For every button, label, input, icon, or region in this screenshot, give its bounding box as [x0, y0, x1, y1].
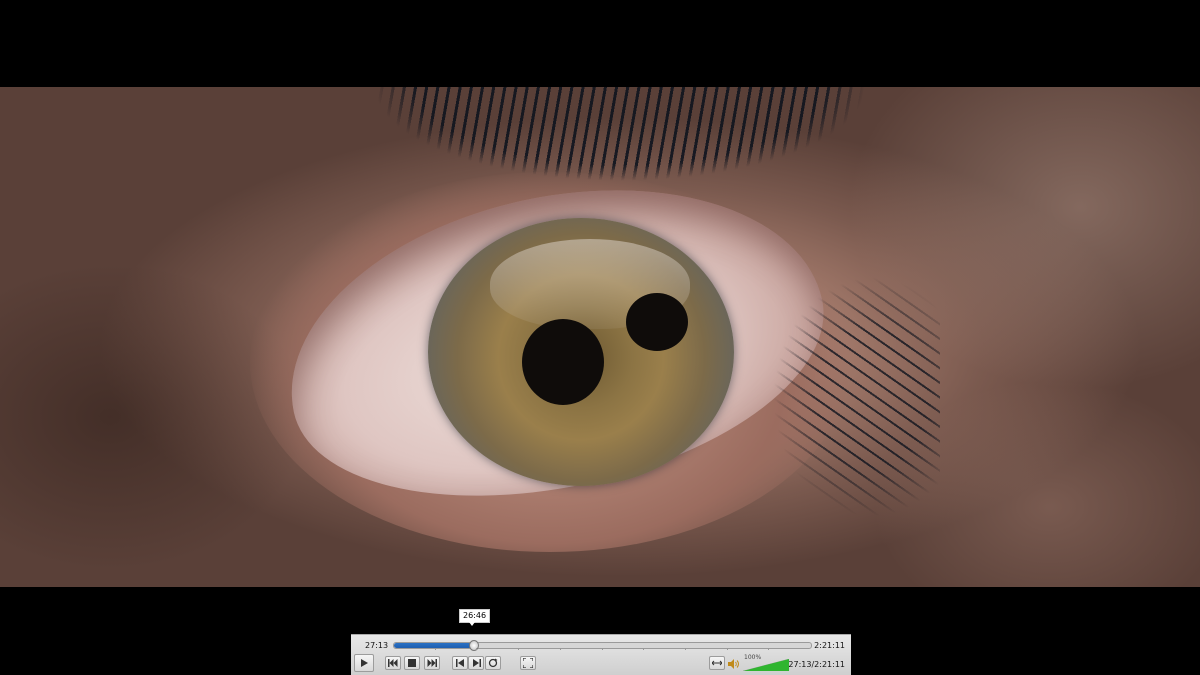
frame-back-icon — [455, 659, 464, 667]
lower-eyelashes — [600, 267, 940, 527]
upper-eyelashes — [280, 87, 960, 237]
loop-icon — [488, 658, 498, 668]
seek-tick — [559, 648, 561, 650]
elapsed-time: 27:13 — [365, 641, 389, 650]
stop-icon — [408, 659, 416, 667]
skip-back-icon — [388, 659, 398, 667]
loop-button[interactable] — [485, 656, 501, 670]
seek-handle[interactable] — [469, 640, 480, 651]
previous-chapter-button[interactable] — [385, 656, 401, 670]
fullscreen-button[interactable] — [520, 656, 536, 670]
seek-tick — [643, 648, 645, 650]
play-icon — [361, 659, 368, 667]
extended-settings-button[interactable] — [709, 656, 725, 670]
frame-forward-icon — [472, 659, 481, 667]
seek-tick — [768, 648, 770, 650]
frame-back-button[interactable] — [452, 656, 468, 670]
play-button[interactable] — [354, 654, 374, 672]
extended-settings-icon — [712, 660, 722, 666]
video-frame[interactable] — [0, 87, 1200, 587]
fullscreen-icon — [523, 658, 533, 668]
time-readout: 27:13/2:21:11 — [788, 660, 845, 669]
total-duration: 2:21:11 — [814, 641, 845, 650]
seek-tick — [684, 648, 686, 650]
frame-forward-button[interactable] — [468, 656, 484, 670]
pupil — [522, 319, 604, 405]
seek-tooltip-time: 26:46 — [463, 611, 487, 620]
next-chapter-button[interactable] — [424, 656, 440, 670]
seek-tick — [518, 648, 520, 650]
speaker-icon[interactable] — [728, 659, 739, 669]
seek-tick — [434, 648, 436, 650]
volume-slider[interactable] — [743, 659, 789, 671]
seek-tick — [476, 648, 478, 650]
seek-bar[interactable] — [393, 640, 812, 651]
stop-button[interactable] — [404, 656, 420, 670]
skip-forward-icon — [427, 659, 437, 667]
player-controller: 27:13 2:21:11 100% 27:13/2:21:11 — [351, 634, 851, 675]
seek-tick — [601, 648, 603, 650]
seek-tick — [726, 648, 728, 650]
seek-tooltip: 26:46 — [459, 609, 491, 626]
seek-progress — [394, 643, 474, 648]
